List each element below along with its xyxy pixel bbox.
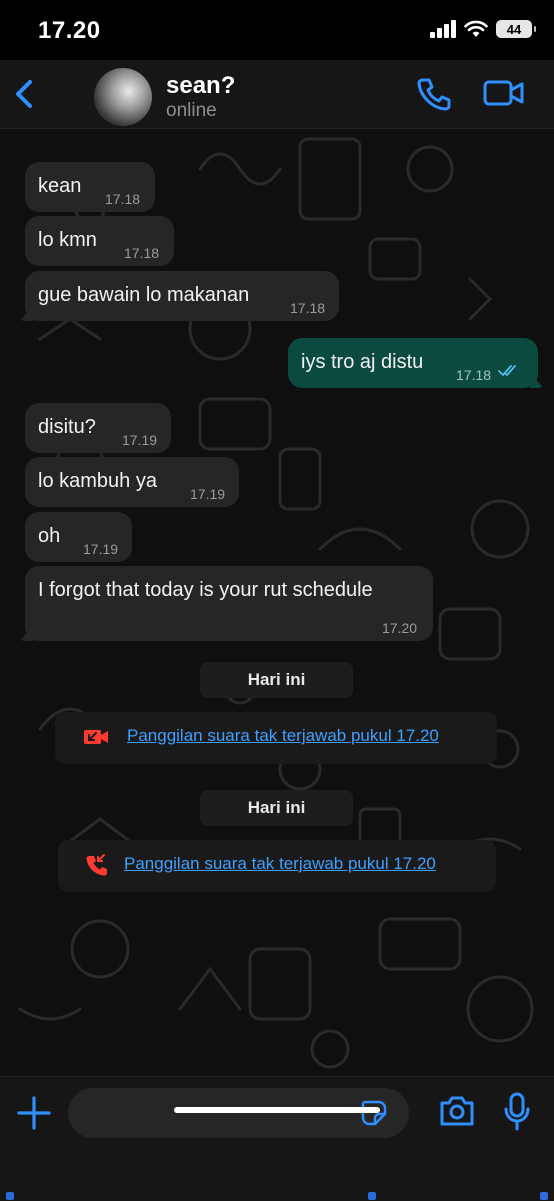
- message-text: lo kmn: [38, 229, 97, 251]
- date-chip: Hari ini: [200, 662, 353, 698]
- message-input[interactable]: [86, 1088, 350, 1140]
- message-time: 17.20: [382, 620, 418, 636]
- composer-bar: [0, 1076, 554, 1201]
- mic-icon[interactable]: [503, 1091, 531, 1131]
- message-time: 17.18: [124, 245, 160, 261]
- missed-call-link[interactable]: Panggilan suara tak terjawab pukul 17.20: [124, 854, 436, 874]
- message-time: 17.18: [105, 191, 141, 207]
- status-icons: 44: [430, 20, 536, 38]
- back-icon[interactable]: [10, 76, 40, 112]
- message-outgoing[interactable]: iys tro aj distu 17.18: [288, 338, 544, 388]
- chat-header: sean? online: [0, 60, 554, 129]
- message-time: 17.19: [83, 541, 119, 557]
- tab-indicator: [6, 1192, 14, 1200]
- message-incoming[interactable]: I forgot that today is your rut schedule…: [19, 566, 433, 641]
- phone-icon[interactable]: [414, 74, 452, 112]
- missed-call-link[interactable]: Panggilan suara tak terjawab pukul 17.20: [127, 726, 439, 746]
- missed-video-call-icon: [84, 730, 108, 744]
- home-indicator: [174, 1107, 380, 1113]
- signal-icon: [430, 20, 456, 38]
- missed-call-notice[interactable]: Panggilan suara tak terjawab pukul 17.20: [55, 712, 497, 764]
- message-text: oh: [38, 525, 61, 547]
- message-incoming[interactable]: disitu? 17.19: [25, 403, 171, 453]
- message-incoming[interactable]: oh 17.19: [25, 512, 132, 562]
- chat-area[interactable]: kean 17.18 lo kmn 17.18 gue bawain lo ma…: [0, 129, 554, 1076]
- message-text: kean: [38, 175, 82, 197]
- battery-indicator: 44: [496, 20, 536, 38]
- message-time: 17.19: [122, 432, 158, 448]
- missed-call-notice[interactable]: Panggilan suara tak terjawab pukul 17.20: [58, 840, 496, 892]
- message-text: I forgot that today is your rut schedule: [38, 579, 373, 601]
- message-text: disitu?: [38, 416, 96, 438]
- contact-status: online: [166, 100, 217, 121]
- message-incoming[interactable]: lo kmn 17.18: [25, 216, 174, 266]
- camera-icon[interactable]: [438, 1093, 476, 1129]
- message-input-container[interactable]: [68, 1088, 409, 1140]
- wifi-icon: [464, 20, 488, 37]
- status-time: 17.20: [38, 17, 101, 44]
- message-time: 17.19: [190, 486, 226, 502]
- status-bar: 17.20 44: [0, 0, 554, 60]
- avatar[interactable]: [94, 68, 152, 126]
- contact-name[interactable]: sean?: [166, 72, 235, 100]
- video-icon[interactable]: [482, 74, 526, 112]
- message-text: gue bawain lo makanan: [38, 284, 250, 306]
- message-time: 17.18: [290, 300, 326, 316]
- sticker-icon[interactable]: [360, 1099, 388, 1127]
- message-text: lo kambuh ya: [38, 470, 157, 492]
- tab-indicator: [368, 1192, 376, 1200]
- message-incoming[interactable]: lo kambuh ya 17.19: [25, 457, 239, 507]
- missed-voice-call-icon: [86, 854, 107, 876]
- message-text: iys tro aj distu: [301, 351, 424, 373]
- date-chip: Hari ini: [200, 790, 353, 826]
- tab-indicator: [540, 1192, 548, 1200]
- message-incoming[interactable]: gue bawain lo makanan 17.18: [19, 271, 339, 321]
- message-time: 17.18: [456, 367, 492, 383]
- plus-icon[interactable]: [16, 1095, 52, 1131]
- double-check-icon: [498, 365, 516, 377]
- message-incoming[interactable]: kean 17.18: [25, 162, 155, 212]
